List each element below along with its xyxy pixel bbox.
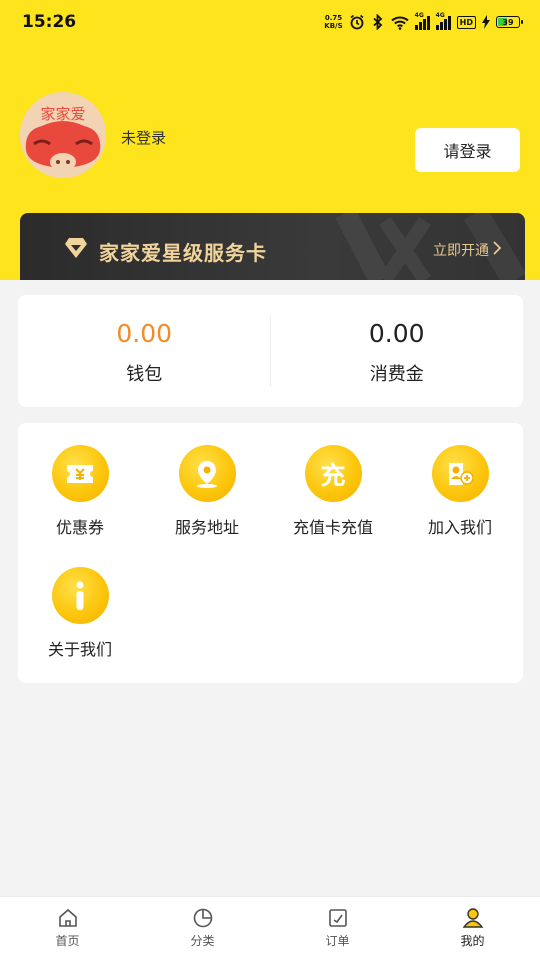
service-label: 充值卡充值 [292,518,373,537]
nav-label: 我的 [460,934,485,948]
status-icons: 0.75 KB/S 4G 4G HD 39 [324,11,523,30]
login-button[interactable]: 请登录 [415,128,520,172]
category-icon [193,908,212,928]
vip-open-now-link[interactable]: 立即开通 [433,240,489,260]
service-label: 关于我们 [47,640,112,659]
services-grid: 优惠券 服务地址 充 充值卡充值 加入我们 关于我们 [18,423,523,683]
network-speed-value: 0.75 [324,14,343,22]
order-icon [328,909,347,927]
service-address[interactable]: 服务地址 [152,445,262,538]
vip-service-card-banner[interactable]: 家家爱星级服务卡 立即开通 [20,213,525,280]
signal-2-label: 4G [435,11,445,19]
bluetooth-icon [373,14,382,30]
nav-label: 首页 [55,934,80,948]
hd-icon: HD [456,15,476,29]
recharge-icon: 充 [304,445,362,502]
alarm-icon [350,14,364,30]
balance-divider [270,315,271,387]
service-label: 加入我们 [427,518,492,537]
nav-label: 分类 [190,934,215,948]
profile-icon [462,908,483,928]
wifi-icon [390,16,409,30]
nav-label: 订单 [325,934,350,948]
join-us-icon [431,445,489,502]
charging-icon [482,15,490,29]
network-speed: 0.75 KB/S [324,14,342,30]
nav-mine[interactable]: 我的 [405,897,540,960]
service-recharge[interactable]: 充 充值卡充值 [278,445,388,538]
nav-home[interactable]: 首页 [0,897,135,960]
chevron-right-icon [493,241,501,255]
nav-orders[interactable]: 订单 [270,897,405,960]
consume-credit-value: 0.00 [368,319,425,348]
info-icon [51,567,109,624]
signal-2-icon: 4G [435,11,451,30]
battery-icon: 39 [496,16,523,28]
avatar[interactable]: 家家爱 [20,92,106,178]
nav-category[interactable]: 分类 [135,897,270,960]
location-icon [178,445,236,502]
bottom-navigation: 首页 分类 订单 我的 [0,896,540,960]
vip-title: 家家爱星级服务卡 [99,241,267,265]
battery-level: 39 [502,17,514,27]
login-status: 未登录 [121,129,167,147]
wallet-label: 钱包 [126,364,163,385]
balance-card: 0.00 钱包 0.00 消费金 [18,295,523,407]
status-bar: 15:26 0.75 KB/S 4G 4G HD 39 [0,0,540,44]
home-icon [58,908,77,927]
service-label: 优惠券 [55,518,104,537]
avatar-brand-text: 家家爱 [40,105,86,123]
wallet-section[interactable]: 0.00 钱包 [18,295,271,407]
signal-1-icon: 4G [414,11,430,30]
consume-credit-label: 消费金 [369,364,424,385]
status-time: 15:26 [22,12,77,32]
wallet-value: 0.00 [116,319,173,348]
recharge-glyph: 充 [320,460,346,490]
network-speed-unit: KB/S [324,22,343,30]
service-label: 服务地址 [174,518,239,537]
service-join-us[interactable]: 加入我们 [405,445,515,538]
consume-credit-section[interactable]: 0.00 消费金 [271,295,524,407]
coupon-icon [51,445,109,502]
diamond-icon [65,238,87,258]
service-coupon[interactable]: 优惠券 [25,445,135,538]
service-about-us[interactable]: 关于我们 [25,567,135,660]
signal-1-label: 4G [414,11,424,19]
